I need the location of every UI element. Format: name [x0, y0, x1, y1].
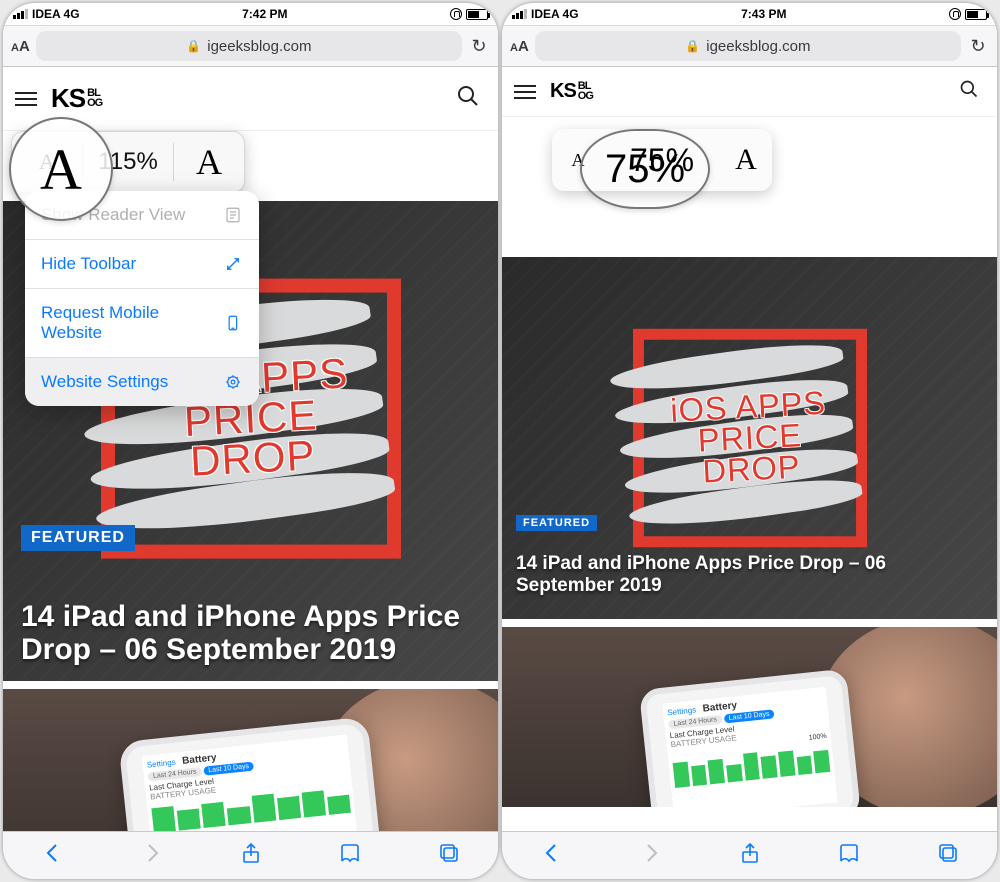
highlight-circle: 75% — [580, 129, 710, 209]
search-icon[interactable] — [456, 84, 480, 114]
share-button[interactable] — [239, 841, 263, 870]
url-text: igeeksblog.com — [207, 38, 311, 55]
search-icon[interactable] — [959, 79, 979, 104]
right-screenshot: IDEA 4G 7:43 PM AA 🔒 igeeksblog.com ↻ KS — [502, 3, 997, 879]
request-mobile-button[interactable]: Request Mobile Website — [25, 288, 259, 357]
reload-button[interactable]: ↻ — [967, 36, 989, 57]
bookmarks-button[interactable] — [837, 841, 861, 870]
forward-button — [140, 841, 164, 870]
phone-icon — [223, 314, 243, 332]
text-size-button[interactable]: AA — [11, 38, 30, 55]
reader-icon — [223, 206, 243, 224]
back-button[interactable] — [540, 841, 564, 870]
status-bar: IDEA 4G 7:43 PM — [502, 3, 997, 25]
signal-icon — [13, 9, 28, 19]
safari-toolbar — [502, 831, 997, 879]
second-article[interactable]: Settings Battery Last 24 HoursLast 10 Da… — [3, 689, 498, 831]
safari-url-bar: AA 🔒 igeeksblog.com ↻ — [3, 25, 498, 67]
url-field[interactable]: 🔒 igeeksblog.com — [535, 31, 961, 61]
rotation-lock-icon — [450, 8, 462, 20]
safari-toolbar — [3, 831, 498, 879]
featured-badge: FEATURED — [21, 525, 135, 551]
battery-icon — [466, 9, 488, 20]
lock-icon: 🔒 — [186, 39, 201, 53]
article-headline: 14 iPad and iPhone Apps Price Drop – 06 … — [516, 553, 983, 597]
page-menu: Show Reader View Hide Toolbar Request Mo… — [25, 191, 259, 406]
url-field[interactable]: 🔒 igeeksblog.com — [36, 31, 462, 61]
site-logo: KS BLOG — [51, 83, 102, 114]
bookmarks-button[interactable] — [338, 841, 362, 870]
zoom-in-button[interactable]: A — [174, 132, 244, 192]
website-settings-button[interactable]: Website Settings — [25, 357, 259, 406]
tabs-button[interactable] — [936, 841, 960, 870]
expand-icon — [223, 255, 243, 273]
lock-icon: 🔒 — [685, 39, 700, 53]
second-article[interactable]: Settings Battery Last 24 HoursLast 10 Da… — [502, 627, 997, 807]
text-size-button[interactable]: AA — [510, 38, 529, 55]
clock: 7:42 PM — [242, 7, 287, 21]
carrier-label: IDEA 4G — [531, 7, 579, 21]
article-headline: 14 iPad and iPhone Apps Price Drop – 06 … — [21, 600, 480, 667]
clock: 7:43 PM — [741, 7, 786, 21]
back-button[interactable] — [41, 841, 65, 870]
highlight-circle: A — [9, 117, 113, 221]
status-bar: IDEA 4G 7:42 PM — [3, 3, 498, 25]
signal-icon — [512, 9, 527, 19]
battery-icon — [965, 9, 987, 20]
site-logo: KS BLOG — [550, 80, 593, 103]
reload-button[interactable]: ↻ — [468, 36, 490, 57]
share-button[interactable] — [738, 841, 762, 870]
hero-article[interactable]: iOS APPS PRICE DROP FEATURED 14 iPad and… — [502, 257, 997, 619]
url-text: igeeksblog.com — [706, 38, 810, 55]
safari-url-bar: AA 🔒 igeeksblog.com ↻ — [502, 25, 997, 67]
featured-badge: FEATURED — [516, 515, 597, 531]
hamburger-icon[interactable] — [15, 92, 37, 106]
site-header: KS BLOG — [502, 67, 997, 117]
hamburger-icon[interactable] — [514, 85, 536, 99]
zoom-in-button[interactable]: A — [720, 143, 772, 177]
tabs-button[interactable] — [437, 841, 461, 870]
forward-button — [639, 841, 663, 870]
left-screenshot: IDEA 4G 7:42 PM AA 🔒 igeeksblog.com ↻ KS — [3, 3, 498, 879]
gear-icon — [223, 373, 243, 391]
hide-toolbar-button[interactable]: Hide Toolbar — [25, 239, 259, 288]
carrier-label: IDEA 4G — [32, 7, 80, 21]
rotation-lock-icon — [949, 8, 961, 20]
